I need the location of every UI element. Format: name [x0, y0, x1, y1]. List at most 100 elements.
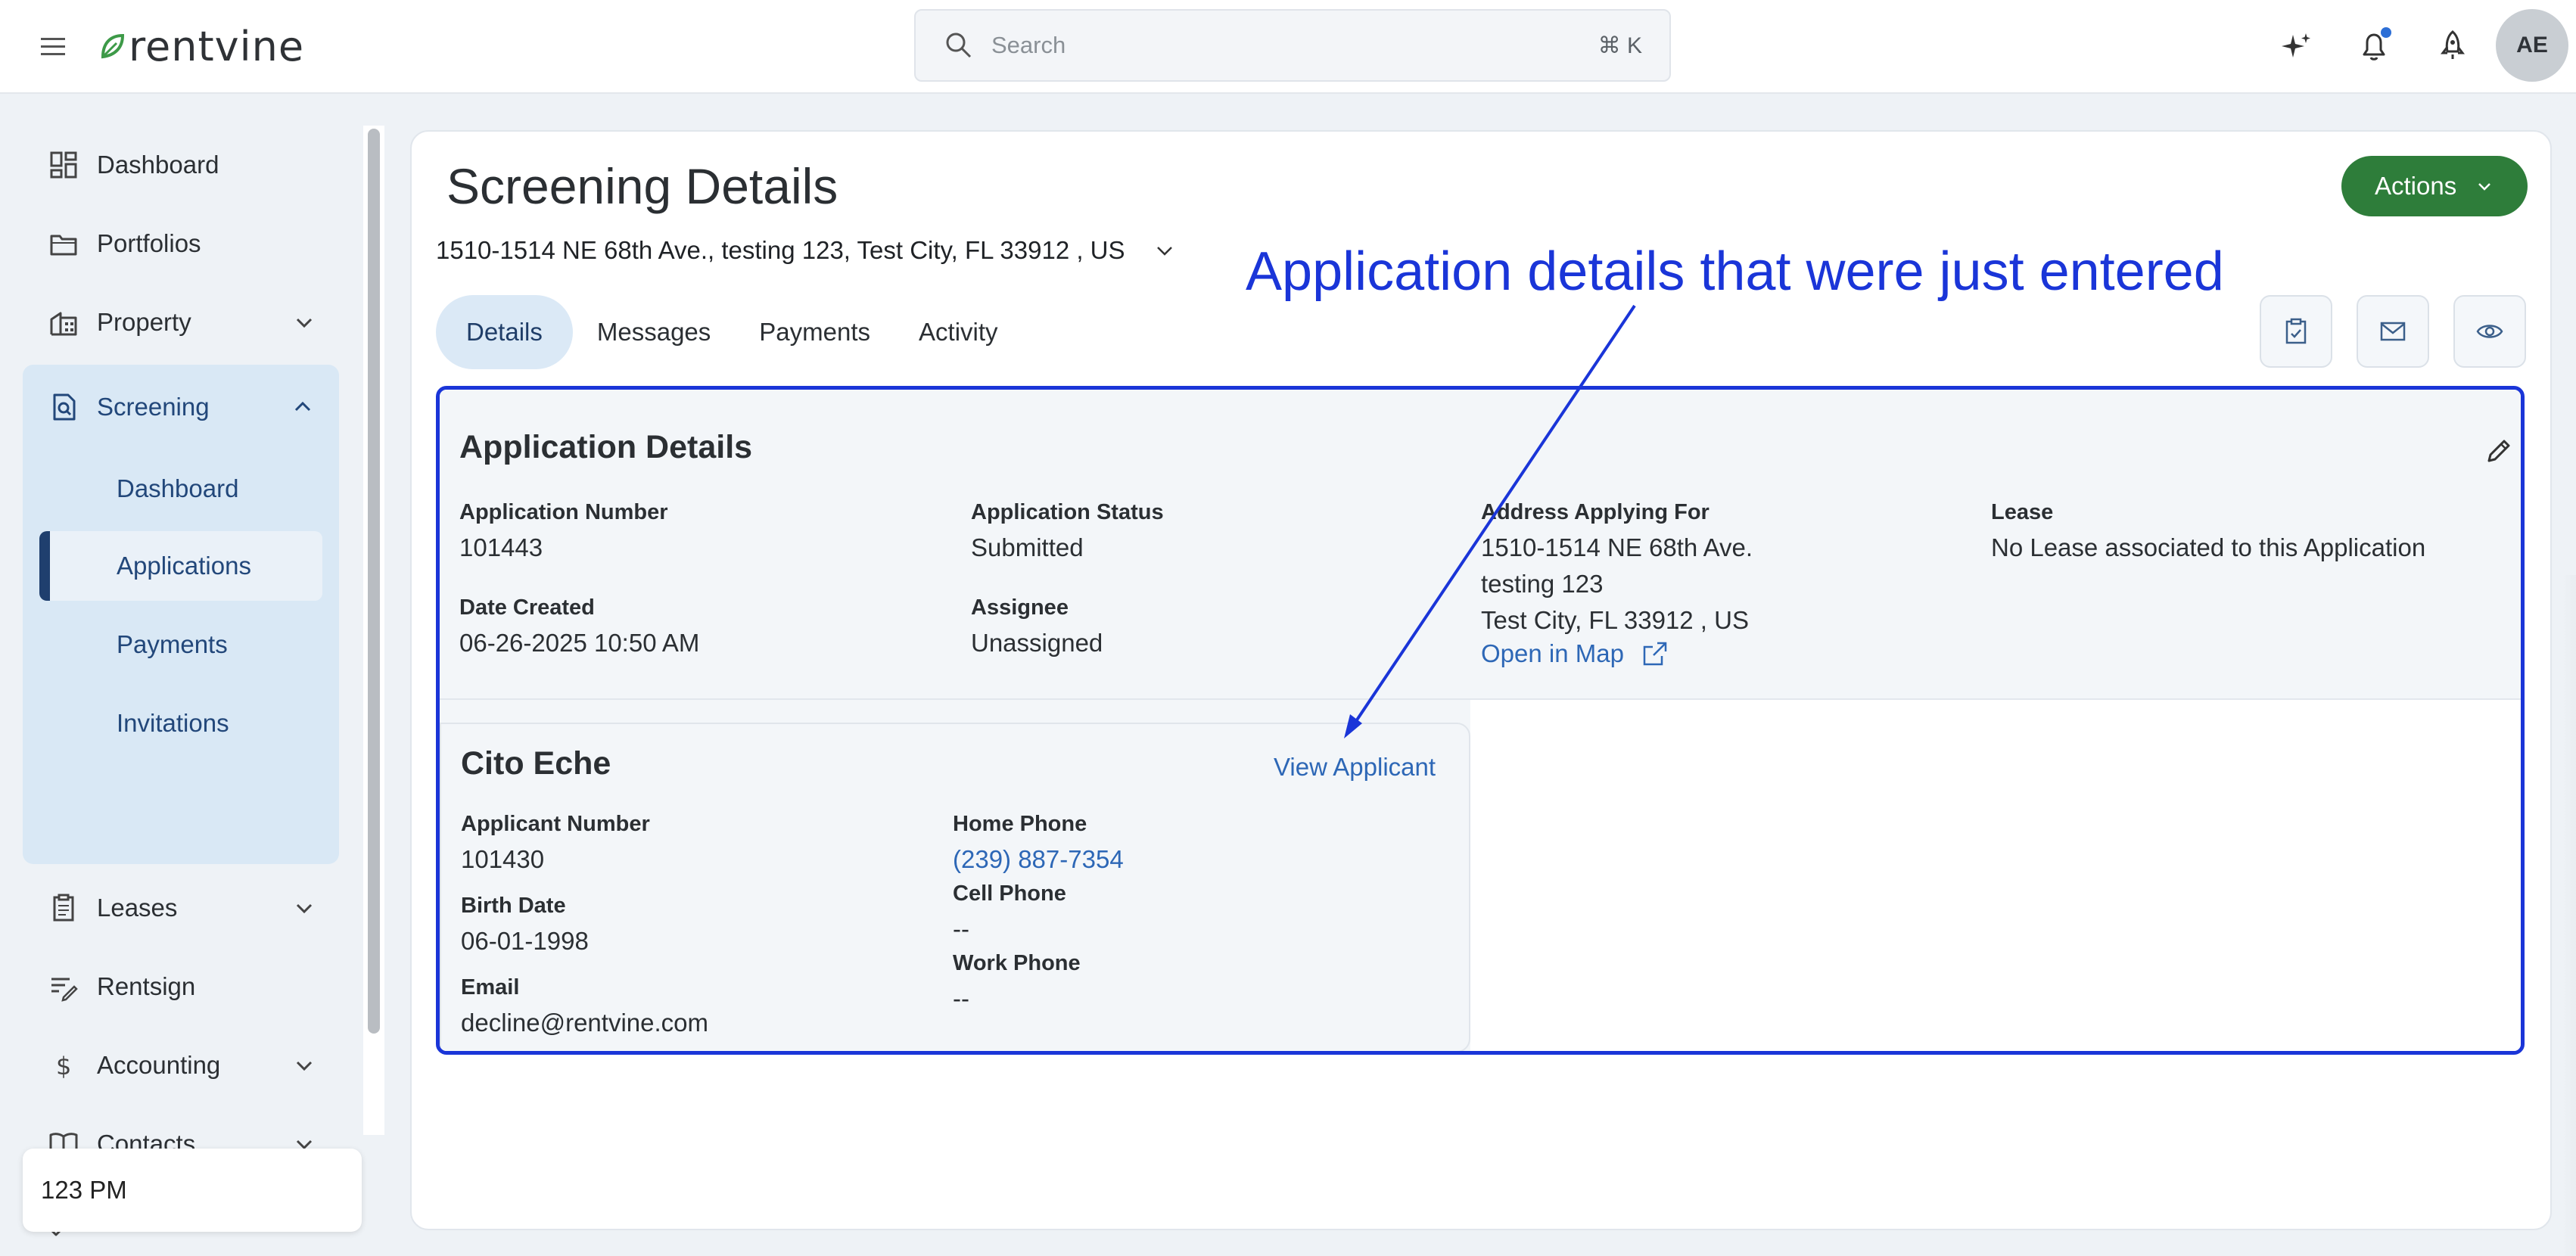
- sidebar-item-accounting[interactable]: $ Accounting: [23, 1032, 341, 1099]
- top-bar: rentvine Search ⌘ K AE: [0, 0, 2576, 94]
- actions-button[interactable]: Actions: [2341, 156, 2528, 216]
- work-phone: --: [953, 984, 969, 1012]
- applicant-area-blank: [1470, 700, 2521, 1051]
- application-number-label: Application Number: [459, 500, 668, 524]
- applicant-number-label: Applicant Number: [461, 812, 650, 836]
- sidebar-subitem-label: Invitations: [117, 709, 229, 737]
- sidebar-subitem-dashboard[interactable]: Dashboard: [39, 454, 322, 524]
- hamburger-icon[interactable]: [36, 30, 70, 64]
- address-label: Address Applying For: [1481, 500, 1710, 524]
- application-status-label: Application Status: [971, 500, 1164, 524]
- sidebar-item-leases[interactable]: Leases: [23, 875, 341, 941]
- clipboard-check-icon: [2285, 318, 2307, 344]
- actions-label: Actions: [2375, 172, 2457, 200]
- search-placeholder: Search: [991, 32, 1066, 58]
- search-icon: [946, 33, 972, 58]
- application-details-header: Application Details Application Number 1…: [440, 390, 2521, 700]
- applicant-number: 101430: [461, 845, 545, 873]
- section-title: Application Details: [459, 429, 753, 465]
- search-shortcut: ⌘ K: [1598, 33, 1642, 58]
- view-button[interactable]: [2453, 295, 2526, 368]
- notification-dot: [2381, 27, 2391, 38]
- sidebar-item-screening[interactable]: Screening: [23, 374, 339, 440]
- leaf-icon: [101, 33, 125, 59]
- email-value: decline@rentvine.com: [461, 1009, 708, 1037]
- applicant-name: Cito Eche: [461, 745, 611, 782]
- lease-label: Lease: [1991, 500, 2054, 524]
- lease-value: No Lease associated to this Application: [1991, 533, 2426, 561]
- work-phone-label: Work Phone: [953, 951, 1081, 975]
- annotation-text: Application details that were just enter…: [1246, 241, 2224, 302]
- date-created-label: Date Created: [459, 595, 595, 620]
- folder-icon: [50, 235, 77, 256]
- open-in-map-link[interactable]: Open in Map: [1481, 639, 1669, 668]
- address-line-1: 1510-1514 NE 68th Ave.: [1481, 533, 1753, 561]
- sidebar-item-label: Rentsign: [97, 972, 196, 1000]
- sidebar-item-property[interactable]: Property: [23, 289, 341, 356]
- chevron-down-icon: [1156, 247, 1172, 256]
- tab-bar: Details Messages Payments Activity: [436, 295, 1022, 369]
- clipboard-icon: [53, 894, 74, 922]
- sidebar-item-label: Portfolios: [97, 229, 201, 257]
- sidebar-subitem-applications[interactable]: Applications: [39, 531, 322, 601]
- building-icon: [50, 312, 77, 336]
- sidebar-scrollbar[interactable]: [368, 129, 380, 1034]
- home-phone-label: Home Phone: [953, 812, 1087, 836]
- assignee: Unassigned: [971, 629, 1103, 657]
- tab-messages[interactable]: Messages: [573, 295, 735, 369]
- bottom-status-card[interactable]: 123 PM: [23, 1149, 362, 1232]
- open-in-map-label: Open in Map: [1481, 639, 1624, 667]
- dashboard-icon: [50, 151, 77, 179]
- pencil-icon[interactable]: [2483, 437, 2513, 467]
- application-status: Submitted: [971, 533, 1084, 561]
- search-bar[interactable]: Search ⌘ K: [914, 9, 1671, 82]
- view-applicant-link[interactable]: View Applicant: [1274, 753, 1436, 782]
- sparkle-icon[interactable]: [2278, 27, 2316, 65]
- sidebar-item-dashboard[interactable]: Dashboard: [23, 132, 341, 198]
- home-phone-link[interactable]: (239) 887-7354: [953, 845, 1124, 874]
- notifications-button[interactable]: [2355, 27, 2393, 65]
- tab-details[interactable]: Details: [436, 295, 573, 369]
- birth-date-label: Birth Date: [461, 894, 566, 918]
- external-link-icon: [1643, 642, 1667, 666]
- chevron-up-icon: [294, 401, 311, 412]
- property-address-select[interactable]: 1510-1514 NE 68th Ave., testing 123, Tes…: [436, 236, 1175, 265]
- sidebar-item-rentsign[interactable]: Rentsign: [23, 953, 341, 1020]
- screening-group: Screening Dashboard Applications Payment…: [23, 365, 339, 864]
- chevron-down-icon: [296, 318, 313, 328]
- cell-phone: --: [953, 915, 969, 943]
- sidebar-item-label: Property: [97, 308, 191, 336]
- sidebar-subitem-payments[interactable]: Payments: [39, 610, 322, 679]
- sidebar-subitem-label: Applications: [117, 552, 251, 580]
- application-number: 101443: [459, 533, 543, 561]
- rentvine-logo[interactable]: rentvine: [100, 21, 304, 71]
- mail-icon: [2380, 322, 2406, 341]
- sidebar-item-portfolios[interactable]: Portfolios: [23, 210, 341, 277]
- user-avatar[interactable]: AE: [2496, 9, 2568, 82]
- email-button[interactable]: [2357, 295, 2429, 368]
- date-created: 06-26-2025 10:50 AM: [459, 629, 700, 657]
- sidebar-subitem-invitations[interactable]: Invitations: [39, 689, 322, 758]
- sidebar: Dashboard Portfolios Property Screening: [0, 95, 378, 1256]
- page-title: Screening Details: [446, 158, 838, 214]
- address-select-value: 1510-1514 NE 68th Ave., testing 123, Tes…: [436, 236, 1125, 264]
- sidebar-item-label: Leases: [97, 894, 178, 922]
- rocket-icon[interactable]: [2434, 27, 2472, 65]
- applicant-card: Cito Eche View Applicant Applicant Numbe…: [440, 723, 1470, 1051]
- email-label: Email: [461, 975, 520, 1000]
- signature-icon: [51, 978, 78, 1002]
- chevron-down-icon: [2478, 183, 2491, 191]
- checklist-button[interactable]: [2260, 295, 2332, 368]
- assignee-label: Assignee: [971, 595, 1069, 620]
- tab-activity[interactable]: Activity: [894, 295, 1022, 369]
- logo-text: rentvine: [129, 22, 305, 70]
- sidebar-subitem-label: Dashboard: [117, 474, 239, 502]
- sidebar-item-label: Screening: [97, 393, 210, 421]
- svg-text:$: $: [56, 1052, 71, 1080]
- tab-payments[interactable]: Payments: [735, 295, 894, 369]
- birth-date: 06-01-1998: [461, 927, 589, 955]
- sidebar-subitem-label: Payments: [117, 630, 228, 658]
- sidebar-item-label: Accounting: [97, 1051, 221, 1079]
- document-search-icon: [53, 393, 76, 421]
- eye-icon: [2476, 325, 2503, 338]
